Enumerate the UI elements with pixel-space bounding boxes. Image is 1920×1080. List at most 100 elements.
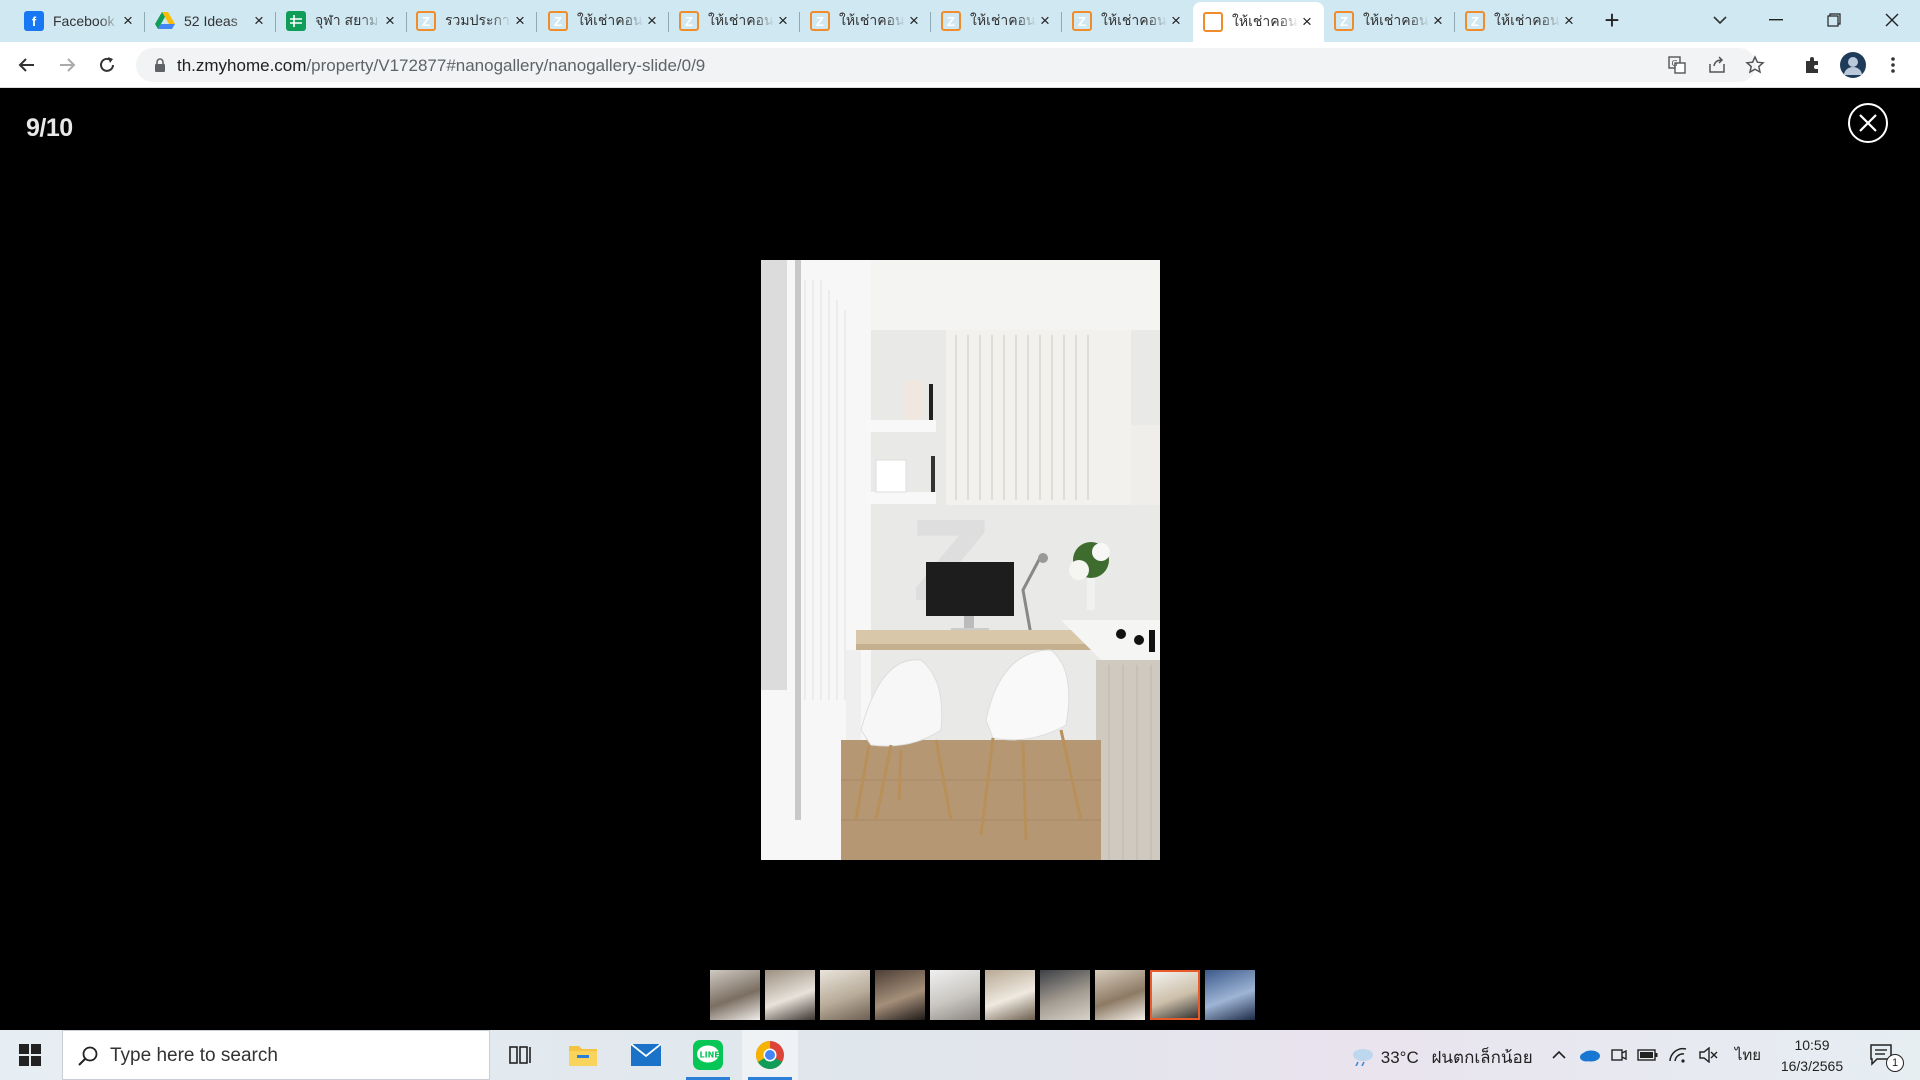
tab-title: ให้เช่าคอนโด — [1363, 12, 1429, 28]
tab-title: ให้เช่าคอนโด — [1494, 12, 1560, 28]
close-tab-icon[interactable]: × — [1560, 11, 1578, 30]
browser-tab[interactable]: Z ให้เช่าคอนโด× — [800, 4, 931, 38]
tab-separator — [536, 12, 537, 32]
meet-now-icon[interactable] — [1607, 1030, 1631, 1080]
url-text[interactable]: th.zmyhome.com/property/V172877#nanogall… — [177, 56, 705, 76]
notification-count-badge: 1 — [1886, 1054, 1904, 1072]
close-tab-icon[interactable]: × — [1298, 12, 1316, 31]
forward-button[interactable] — [52, 50, 82, 80]
address-bar[interactable]: th.zmyhome.com/property/V172877#nanogall… — [136, 48, 1765, 82]
input-language-indicator[interactable]: ไทย — [1728, 1030, 1768, 1080]
browser-tab[interactable]: Z ให้เช่าคอนโด× — [1455, 4, 1586, 38]
gallery-thumbnail[interactable] — [875, 970, 925, 1020]
reload-button[interactable] — [92, 50, 122, 80]
gallery-thumbnail[interactable] — [765, 970, 815, 1020]
avatar — [1840, 52, 1866, 78]
gallery-thumbnail[interactable] — [1040, 970, 1090, 1020]
gallery-thumbnail[interactable] — [1205, 970, 1255, 1020]
notification-center-button[interactable]: 1 — [1862, 1030, 1904, 1080]
line-app-icon[interactable]: LINE — [680, 1030, 736, 1080]
close-tab-icon[interactable]: × — [250, 11, 268, 30]
close-tab-icon[interactable]: × — [1429, 11, 1447, 30]
svg-text:LINE: LINE — [700, 1051, 720, 1060]
restore-button[interactable] — [1806, 0, 1862, 40]
zmyhome-icon: Z — [1334, 11, 1354, 31]
browser-tab[interactable]: Z ให้เช่าคอนโด× — [1324, 4, 1455, 38]
url-path: /property/V172877#nanogallery/nanogaller… — [306, 56, 706, 75]
close-tab-icon[interactable]: × — [511, 11, 529, 30]
minimize-button[interactable] — [1748, 0, 1804, 40]
clock-time: 10:59 — [1794, 1037, 1830, 1053]
battery-icon[interactable] — [1635, 1030, 1661, 1080]
close-tab-icon[interactable]: × — [381, 11, 399, 30]
close-tab-icon[interactable]: × — [1036, 11, 1054, 30]
slide-counter: 9/10 — [26, 114, 73, 142]
zmyhome-icon: Z — [1072, 11, 1092, 31]
weather-condition: ฝนตกเล็กน้อย — [1431, 1048, 1533, 1067]
browser-tab[interactable]: f Facebook × — [14, 4, 145, 38]
onedrive-cloud-icon[interactable] — [1577, 1030, 1603, 1080]
gallery-thumbnail[interactable] — [710, 970, 760, 1020]
tab-search-chevron-icon[interactable] — [1692, 0, 1748, 40]
clock-date: 16/3/2565 — [1780, 1058, 1844, 1074]
lock-icon[interactable] — [152, 57, 168, 73]
browser-tab[interactable]: Z ให้เช่าคอนโด× — [669, 4, 800, 38]
thumbnail-strip — [710, 970, 1255, 1020]
bookmark-star-icon[interactable] — [1744, 54, 1766, 76]
back-button[interactable] — [12, 50, 42, 80]
close-gallery-button[interactable] — [1848, 103, 1888, 143]
windows-taskbar: Type here to search LINE 33°C ฝนตกเล็กน้… — [0, 1030, 1920, 1080]
browser-tab[interactable]: Z ให้เช่าคอนโด× — [1193, 2, 1324, 42]
gallery-thumbnail[interactable] — [820, 970, 870, 1020]
weather-widget[interactable]: 33°C ฝนตกเล็กน้อย — [1350, 1044, 1533, 1071]
mail-icon[interactable] — [618, 1030, 674, 1080]
tab-title: ให้เช่าคอนโด — [839, 12, 905, 28]
tab-title: ให้เช่าคอนโด — [708, 12, 774, 28]
weather-temperature: 33°C — [1380, 1048, 1419, 1067]
profile-avatar[interactable] — [1838, 50, 1868, 80]
gallery-thumbnail[interactable] — [930, 970, 980, 1020]
search-icon — [78, 1046, 98, 1066]
browser-tab[interactable]: Z ให้เช่าคอนโด× — [538, 4, 669, 38]
facebook-icon: f — [24, 11, 44, 31]
taskbar-clock[interactable]: 10:59 16/3/2565 — [1776, 1035, 1848, 1077]
kebab-menu-icon[interactable] — [1878, 50, 1908, 80]
gallery-thumbnail[interactable] — [1150, 970, 1200, 1020]
close-tab-icon[interactable]: × — [905, 11, 923, 30]
show-hidden-icons-chevron-icon[interactable] — [1547, 1030, 1571, 1080]
close-tab-icon[interactable]: × — [774, 11, 792, 30]
close-tab-icon[interactable]: × — [643, 11, 661, 30]
close-tab-icon[interactable]: × — [119, 11, 137, 30]
translate-icon[interactable]: G — [1666, 54, 1688, 76]
new-tab-button[interactable]: + — [1598, 5, 1626, 35]
chrome-app-icon[interactable] — [742, 1030, 798, 1080]
wifi-icon[interactable] — [1665, 1030, 1691, 1080]
taskbar-search-box[interactable]: Type here to search — [62, 1030, 490, 1080]
start-button[interactable] — [0, 1030, 60, 1080]
extensions-puzzle-icon[interactable] — [1797, 50, 1827, 80]
tab-title: ให้เช่าคอนโด — [1101, 12, 1167, 28]
task-view-button[interactable] — [492, 1030, 548, 1080]
zmyhome-icon: Z — [679, 11, 699, 31]
tab-title: ให้เช่าคอนโด — [970, 12, 1036, 28]
windows-logo-icon — [19, 1044, 41, 1066]
browser-tab[interactable]: Z ให้เช่าคอนโด× — [931, 4, 1062, 38]
share-icon[interactable] — [1706, 54, 1728, 76]
close-window-button[interactable] — [1864, 0, 1920, 40]
volume-muted-icon[interactable] — [1695, 1030, 1721, 1080]
zmyhome-icon: Z — [1203, 12, 1223, 32]
browser-tab[interactable]: Z ให้เช่าคอนโด× — [1062, 4, 1193, 38]
close-tab-icon[interactable]: × — [1167, 11, 1185, 30]
tab-title: 52 Ideas — [184, 13, 238, 29]
gallery-thumbnail[interactable] — [985, 970, 1035, 1020]
browser-tab[interactable]: 52 Ideas × — [145, 4, 276, 38]
file-explorer-icon[interactable] — [555, 1030, 611, 1080]
browser-tab[interactable]: จุฬา สยาม × — [276, 4, 407, 38]
gallery-thumbnail[interactable] — [1095, 970, 1145, 1020]
tab-title: จุฬา สยาม — [315, 12, 379, 28]
gallery-main-image[interactable]: Z — [761, 260, 1160, 860]
browser-tab[interactable]: Z รวมประกาศ× — [406, 4, 537, 38]
search-placeholder: Type here to search — [110, 1045, 278, 1066]
google-sheets-icon — [286, 11, 306, 31]
rain-cloud-icon — [1353, 1049, 1373, 1067]
